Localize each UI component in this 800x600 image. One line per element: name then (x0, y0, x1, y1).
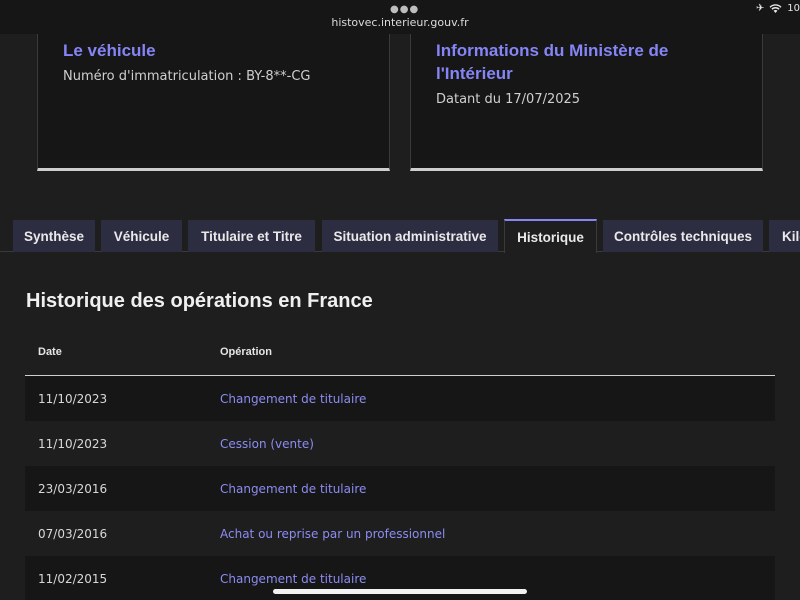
registration-number: Numéro d'immatriculation : BY-8**-CG (63, 69, 311, 84)
ministry-data-date: Datant du 17/07/2025 (436, 92, 581, 107)
column-header-date: Date (38, 346, 62, 358)
row-date: 07/03/2016 (38, 527, 108, 541)
ministry-info-card[interactable]: Informations du Ministère de l'Intérieur… (410, 34, 763, 171)
tab-titulaire-et-titre[interactable]: Titulaire et Titre (188, 220, 315, 252)
tab-historique[interactable]: Historique (504, 219, 597, 253)
vehicle-card[interactable]: Le véhicule Numéro d'immatriculation : B… (37, 34, 390, 171)
ministry-card-title: Informations du Ministère de l'Intérieur (436, 41, 669, 83)
row-date: 23/03/2016 (38, 482, 108, 496)
wifi-icon (769, 4, 782, 13)
table-row: 07/03/2016 Achat ou reprise par un profe… (25, 511, 775, 556)
row-operation: Changement de titulaire (220, 392, 367, 406)
airplane-mode-icon: ✈ (755, 3, 765, 14)
system-indicators: ✈ 10 (756, 3, 800, 14)
row-operation: Cession (vente) (220, 437, 314, 451)
row-operation: Achat ou reprise par un professionnel (220, 527, 446, 541)
history-table-header: Date Opération (25, 330, 775, 376)
table-row: 11/10/2023 Changement de titulaire (25, 376, 775, 421)
history-table: Date Opération 11/10/2023 Changement de … (25, 330, 775, 600)
browser-status-bar: ●●● histovec.interieur.gouv.fr ✈ 10 (0, 0, 800, 34)
history-title: Historique des opérations en France (26, 290, 373, 312)
row-date: 11/10/2023 (38, 392, 108, 406)
tab-vehicule[interactable]: Véhicule (101, 220, 182, 252)
vehicle-card-title: Le véhicule (63, 41, 156, 60)
tab-kilometrage[interactable]: Kilo (769, 220, 800, 252)
tab-controles-techniques[interactable]: Contrôles techniques (603, 220, 763, 252)
url-bar[interactable]: histovec.interieur.gouv.fr (0, 16, 800, 29)
column-header-operation: Opération (220, 346, 272, 358)
table-row: 23/03/2016 Changement de titulaire (25, 466, 775, 511)
report-tabs: Synthèse Véhicule Titulaire et Titre Sit… (0, 219, 800, 253)
row-operation: Changement de titulaire (220, 572, 367, 586)
home-indicator[interactable] (273, 589, 527, 594)
table-row: 11/10/2023 Cession (vente) (25, 421, 775, 466)
tab-overview-icon[interactable]: ●●● (390, 4, 419, 15)
row-date: 11/10/2023 (38, 437, 108, 451)
row-date: 11/02/2015 (38, 572, 108, 586)
tab-situation-administrative[interactable]: Situation administrative (322, 220, 498, 252)
row-operation: Changement de titulaire (220, 482, 367, 496)
battery-level: 10 (787, 3, 800, 14)
tab-synthese[interactable]: Synthèse (13, 220, 95, 252)
